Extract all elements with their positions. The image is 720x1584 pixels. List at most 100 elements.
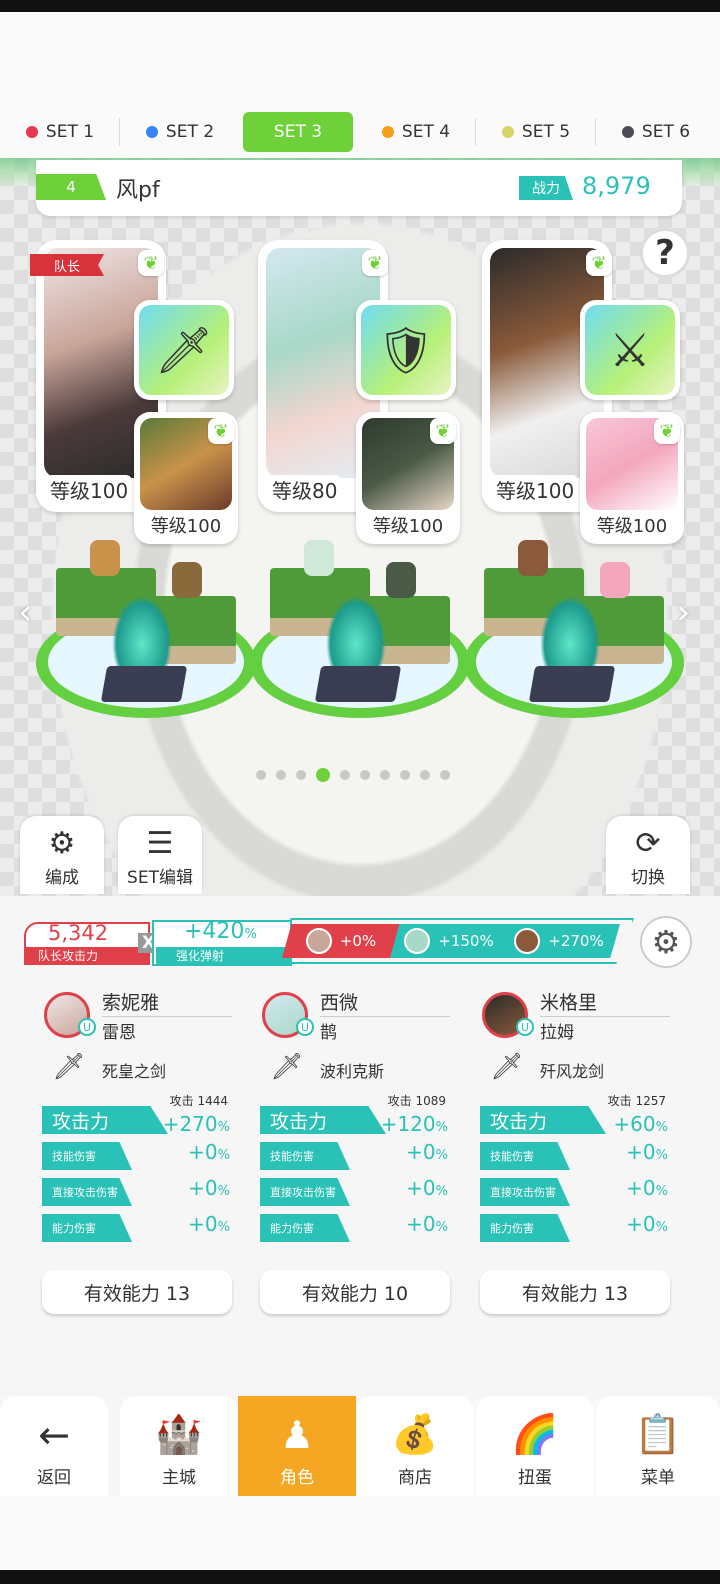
weapon-name: 歼风龙剑 [540,1062,605,1081]
name-underline [102,1016,232,1017]
attack-bonus-value: +60 [613,1112,656,1136]
tab-set-1[interactable]: SET 1 [0,112,120,152]
nav-label: 返回 [37,1468,71,1488]
formation-label: 编成 [45,868,79,888]
sword-icon: 🗡 [490,1052,524,1082]
carousel-dot[interactable] [400,770,410,780]
skill-row: 技能 伤害 +0% [480,1140,670,1170]
platform-1[interactable] [36,540,256,718]
tab-set-4[interactable]: SET 4 [356,112,476,152]
name-underline [320,1016,450,1017]
boost-label: 强化弹射 [156,947,292,965]
weapon-slot-3[interactable]: ⚔ [580,300,680,400]
tab-label: SET 3 [273,122,323,142]
nav-castle[interactable]: 🏰 主城 [120,1396,238,1496]
boost-number: +420 [184,919,245,944]
effective-ability-button-2[interactable]: 有效能力 10 [260,1270,450,1314]
nav-bar-area [0,1496,720,1570]
carousel-dot[interactable] [296,770,306,780]
mini-character [304,540,334,576]
leaf-icon: ❦ [208,418,234,444]
label-line: 伤害 [74,1149,96,1163]
percent-sign: % [655,1220,668,1235]
set-edit-label: SET编辑 [127,868,193,888]
tab-set-5[interactable]: SET 5 [476,112,596,152]
attack-label: 攻击力 [260,1106,386,1134]
label-line: 伤害 [512,1221,534,1235]
formation-button[interactable]: ⚙ 编成 [20,816,104,894]
team-name[interactable]: 风pf [116,172,160,204]
sub-hero-name: 拉姆 [540,1023,574,1043]
attack-base: 攻击 1089 [387,1094,446,1108]
tab-label: SET 2 [165,122,215,142]
character-icon: ♟ [279,1413,315,1457]
mini-character [600,562,630,598]
label-line: 伤害 [512,1149,534,1163]
attack-bonus-value: +120 [380,1112,436,1136]
set-tabs: SET 1 SET 2 SET 3 SET 4 SET 5 SET 6 [0,110,720,158]
upgrade-icon: U [516,1018,534,1036]
bonus-hero-3: +270% [498,924,620,958]
weapon-slot-1[interactable]: 🗡 [134,300,234,400]
effective-ability-button-1[interactable]: 有效能力 13 [42,1270,232,1314]
ability-row: 能力 伤害 +0% [42,1212,232,1242]
power-value: 8,979 [582,172,651,200]
attack-row: 攻击力 攻击 1089 +120% [260,1094,450,1136]
skill-value: +0% [626,1140,668,1164]
weapon-slot-2[interactable]: 🛡 [356,300,456,400]
label-line: 伤害 [292,1221,314,1235]
help-button[interactable]: ? [640,228,690,278]
percent-sign: % [435,1120,448,1135]
label-line: 直接攻 [52,1185,85,1199]
settings-gear-icon[interactable]: ⚙ [640,916,692,968]
skill-value-number: +0 [626,1140,656,1164]
upgrade-icon: U [296,1018,314,1036]
next-arrow-icon[interactable]: › [676,592,690,633]
set-edit-button[interactable]: ☰ SET编辑 [118,816,202,894]
attack-row: 攻击力 攻击 1257 +60% [480,1094,670,1136]
system-bar [0,1570,720,1584]
ability-value: +0% [406,1212,448,1236]
mini-character [518,540,548,576]
carousel-dot[interactable] [340,770,350,780]
nav-menu[interactable]: 📋 菜单 [596,1396,720,1496]
label-line: 直接攻 [270,1185,303,1199]
switch-button[interactable]: ⟳ 切换 [606,816,690,894]
tab-set-3[interactable]: SET 3 [243,112,353,152]
set-1-color-dot [25,126,38,138]
label-line: 技能 [270,1149,292,1163]
effective-ability-button-3[interactable]: 有效能力 13 [480,1270,670,1314]
skill-value-number: +0 [188,1140,218,1164]
tab-set-6[interactable]: SET 6 [596,112,716,152]
spirit-effect [112,596,172,676]
carousel-dot[interactable] [256,770,266,780]
platform-2[interactable] [250,540,470,718]
carousel-dot[interactable] [316,768,330,782]
prev-arrow-icon[interactable]: ‹ [18,592,32,633]
tab-label: SET 4 [401,122,451,142]
carousel-dot[interactable] [360,770,370,780]
carousel-dot[interactable] [440,770,450,780]
nav-shop[interactable]: 💰 商店 [356,1396,474,1496]
nav-gacha[interactable]: 🌈 扭蛋 [476,1396,594,1496]
switch-label: 切换 [631,868,665,888]
carousel-dot[interactable] [276,770,286,780]
boost-unit: % [244,927,257,942]
tab-set-2[interactable]: SET 2 [120,112,240,152]
attack-bonus: +120% [381,1112,448,1136]
carousel-dot[interactable] [380,770,390,780]
avatar [404,928,431,954]
nav-label: 商店 [398,1468,432,1488]
carousel-dot[interactable] [420,770,430,780]
direct-label: 直接攻 击伤害 [42,1178,132,1206]
weapon-name: 死皇之剑 [102,1062,167,1081]
platform-3[interactable] [464,540,684,718]
percent-sign: % [655,1120,668,1135]
nav-back[interactable]: ← 返回 [0,1396,108,1496]
nav-character[interactable]: ♟ 角色 [238,1396,356,1496]
label-line: 能力 [270,1221,292,1235]
bonus-value: +270% [548,932,604,950]
percent-sign: % [217,1120,230,1135]
ability-value-number: +0 [626,1212,656,1236]
back-arrow-icon: ← [38,1413,70,1457]
